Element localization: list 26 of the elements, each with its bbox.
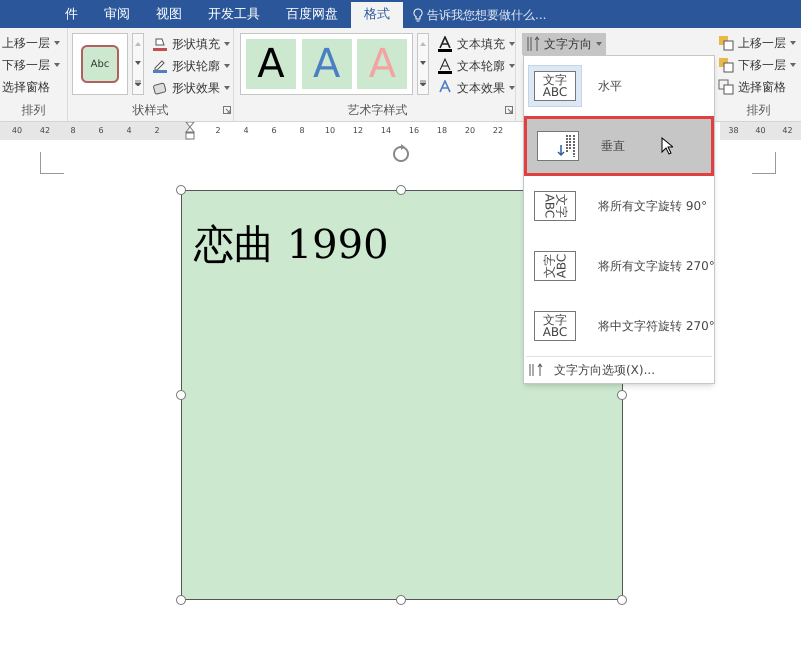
ruler-number: 8 [69, 125, 77, 137]
ruler-number: 42 [38, 125, 52, 137]
ruler-number: 40 [10, 125, 24, 137]
ruler-number: 42 [781, 125, 794, 137]
ruler-number: 18 [436, 125, 448, 137]
ruler-number: 6 [270, 125, 278, 137]
ruler-number: 20 [464, 125, 476, 137]
ruler-number: 2 [153, 125, 161, 137]
ruler-number: 22 [492, 125, 504, 137]
ruler-number: 2 [214, 125, 222, 137]
group-label: 状样式 [132, 102, 168, 119]
ruler-number: 40 [754, 125, 767, 137]
ruler-number: 10 [324, 125, 336, 137]
ruler-number: 38 [727, 125, 740, 137]
ruler-number: 16 [408, 125, 420, 137]
shape-text: 恋曲 1990 [194, 222, 389, 268]
ruler-number: 12 [352, 125, 364, 137]
ruler-number: 8 [298, 125, 306, 137]
group-label: 排列 [746, 102, 770, 119]
group-label: 排列 [22, 102, 46, 119]
horizontal-text-icon: 文字 ABC [528, 65, 582, 107]
ruler-number: 4 [125, 125, 133, 137]
ruler-number: 4 [242, 125, 250, 137]
ruler-number: 6 [97, 125, 105, 137]
group-label: 艺术字样式 [348, 102, 408, 119]
ruler-number: 14 [380, 125, 392, 137]
